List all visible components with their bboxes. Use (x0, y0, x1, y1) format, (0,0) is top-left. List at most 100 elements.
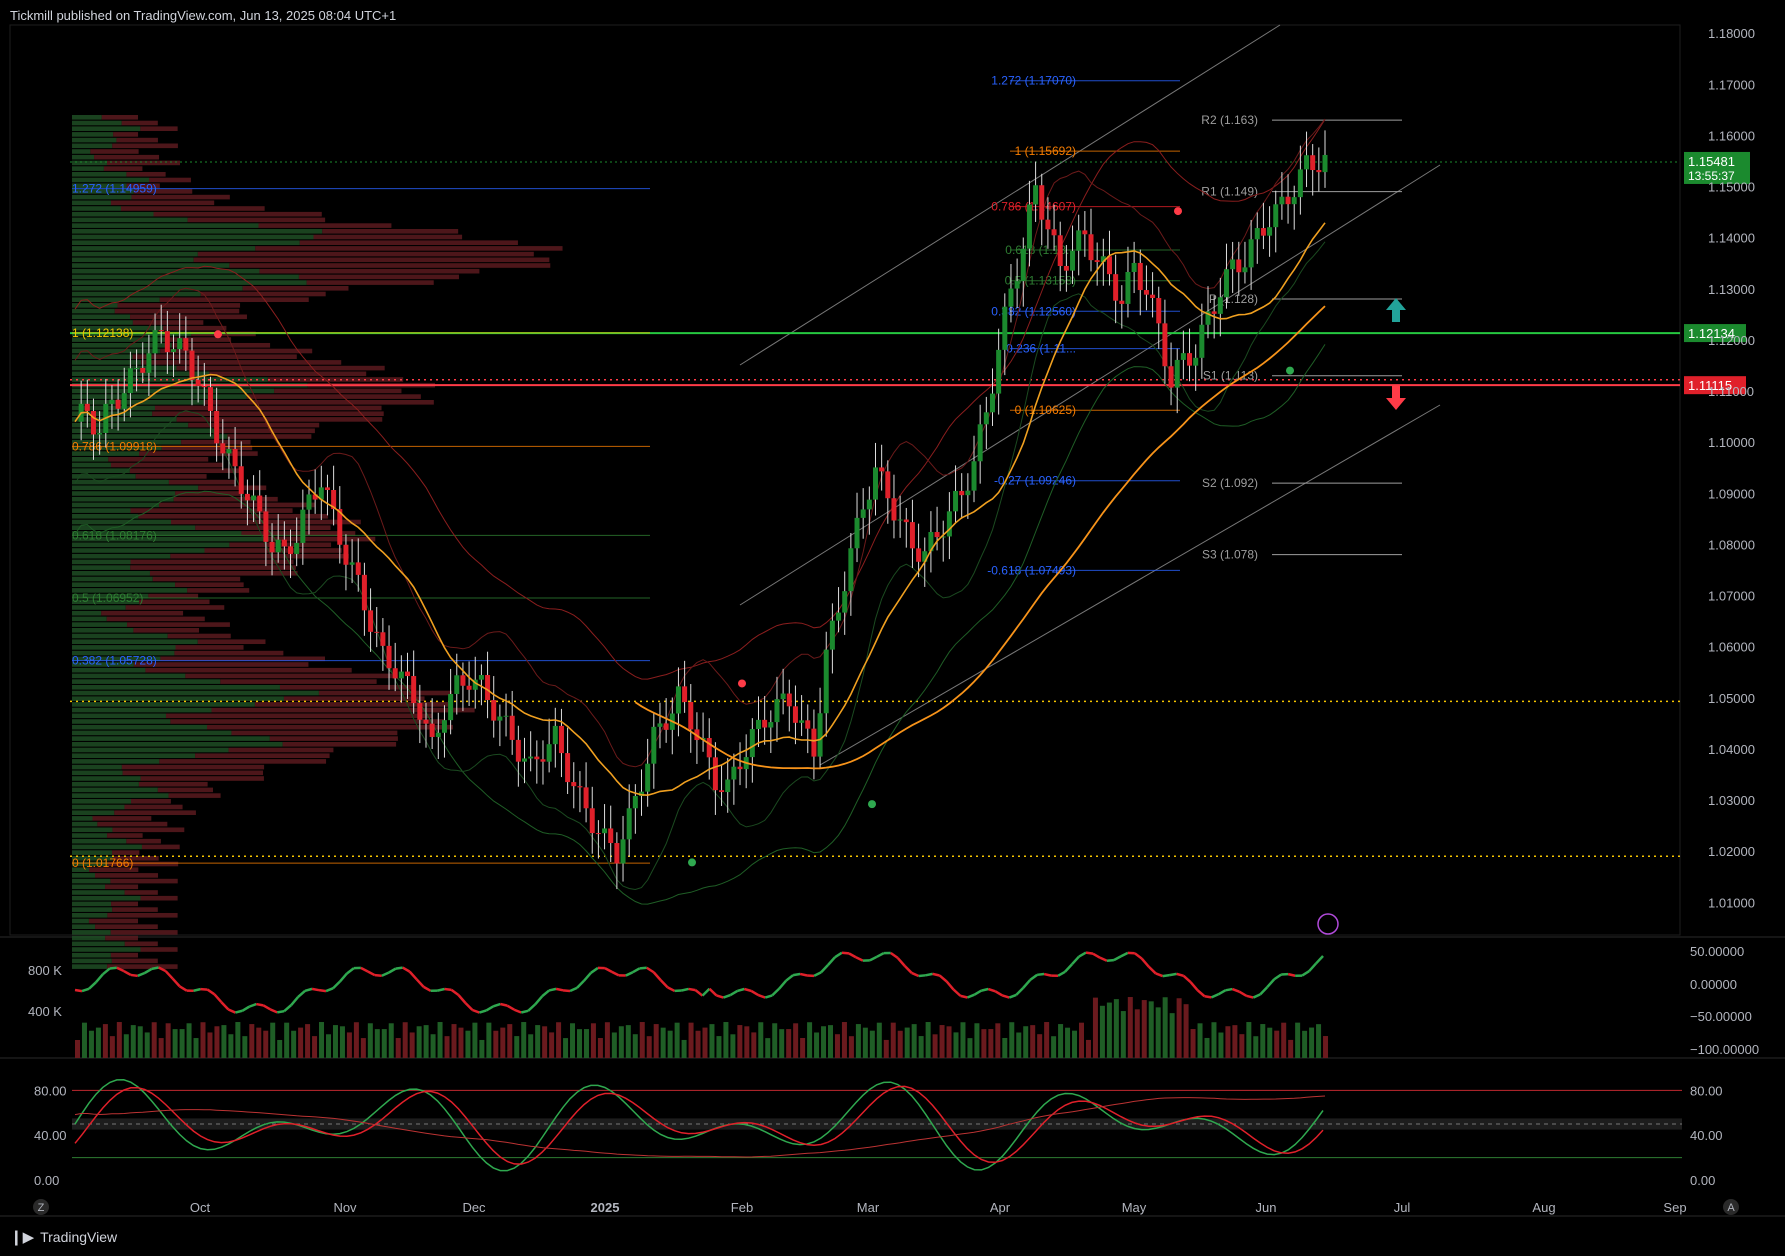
candle-body (361, 574, 367, 611)
profile-bar-sell (114, 308, 240, 314)
profile-bar-buy (72, 895, 141, 901)
time-label: Jul (1394, 1200, 1411, 1215)
volume-bar (1176, 998, 1182, 1058)
volume-bar (974, 1023, 980, 1058)
profile-bar-sell (95, 873, 159, 878)
candle-body (183, 338, 189, 351)
profile-bar-buy (72, 901, 112, 907)
oscillator-line (1225, 987, 1233, 992)
profile-bar-sell (138, 514, 329, 519)
profile-bar-buy (72, 548, 205, 553)
candle-body (1045, 219, 1051, 230)
footer-brand[interactable]: ❙▶ TradingView (10, 1228, 117, 1246)
candle-body (552, 725, 558, 745)
price-tick-label: 1.16000 (1708, 128, 1755, 143)
profile-bar-sell (200, 291, 326, 297)
candle-body (1033, 185, 1039, 205)
oscillator-line (611, 970, 620, 977)
oscillator-line (952, 988, 962, 997)
time-axis[interactable]: Oct Nov Dec 2025 Feb Mar Apr May Jun Jul Aug Sep (190, 1200, 1687, 1215)
profile-bar-sell (313, 234, 463, 240)
candle-body (121, 393, 127, 409)
oscillator-line (137, 971, 146, 978)
profile-bar-sell (170, 719, 446, 724)
oscillator-line (471, 1008, 480, 1014)
volume-bar (681, 1039, 687, 1058)
profile-bar-buy (72, 685, 280, 690)
candle-body (1106, 256, 1112, 275)
oscillator-line (450, 988, 460, 996)
volume-bar (834, 1034, 840, 1058)
volume-bar (1204, 1037, 1210, 1058)
profile-bar-sell (231, 730, 398, 736)
profile-bar-sell (193, 257, 550, 263)
volume-bar (1323, 1036, 1329, 1058)
oscillator-line (945, 980, 955, 991)
profile-bar-buy (72, 485, 199, 491)
oscillator-line (590, 966, 599, 974)
profile-bar-sell (141, 360, 342, 365)
candle-body (558, 725, 564, 754)
volume-bar (130, 1025, 136, 1058)
volume-bar (1302, 1030, 1308, 1058)
profile-bar-sell (175, 645, 244, 650)
profile-bar-buy (72, 508, 131, 513)
oscillator-line (422, 985, 432, 992)
oscillator-line (548, 987, 557, 992)
oscillator-line (639, 966, 647, 970)
volume-bar (828, 1025, 833, 1058)
volume-bar (570, 1023, 576, 1058)
candle-body (971, 461, 977, 491)
candle-body (1063, 265, 1069, 271)
oscillator-line (716, 994, 724, 999)
candle-body (1168, 366, 1174, 388)
oscillator-line (492, 1002, 501, 1008)
chart-canvas[interactable]: 1.121341.111151.1548113:55:37 1.272 (1.1… (0, 0, 1785, 1256)
volume-bar (291, 1030, 297, 1058)
volume-bar (1023, 1026, 1029, 1058)
candle-body (1242, 267, 1248, 273)
volume-bar (423, 1025, 429, 1058)
chart-ui-buttons[interactable]: ZA (33, 1199, 1739, 1215)
oscillator-line (1155, 972, 1164, 978)
signal-dot (1174, 207, 1182, 216)
candle-body (725, 779, 731, 793)
candle-body (577, 786, 583, 788)
profile-bar-buy (72, 422, 189, 428)
oscillator-line (1001, 994, 1010, 999)
candle-body (1002, 306, 1008, 350)
volume-bar (465, 1030, 471, 1058)
profile-bar-buy (72, 457, 109, 462)
profile-bar-sell (130, 565, 296, 570)
profile-bar-buy (72, 850, 113, 855)
oscillator-line (701, 987, 711, 997)
volume-bar (1120, 1011, 1126, 1058)
lower-band-green (74, 344, 1326, 905)
candle-body (799, 720, 805, 723)
candle-body (688, 702, 694, 730)
time-label: Dec (462, 1200, 486, 1215)
candle-body (897, 519, 903, 521)
profile-bar-buy (72, 804, 125, 810)
volume-bar (242, 1036, 248, 1058)
oscillator-line (625, 971, 634, 977)
candle-body (996, 349, 1002, 394)
time-label: Feb (731, 1200, 753, 1215)
volume-bar (1183, 1004, 1189, 1058)
profile-bar-buy (72, 514, 139, 519)
volume-bar (897, 1030, 903, 1058)
oscillator-line (164, 970, 174, 980)
profile-bar-buy (72, 633, 168, 639)
oscillator-line (256, 1002, 264, 1007)
profile-bar-buy (72, 143, 113, 149)
volume-bar (1113, 999, 1119, 1058)
candle-body (953, 490, 959, 512)
candle-body (1026, 204, 1032, 249)
profile-bar-sell (111, 958, 158, 964)
volume-bar (709, 1024, 715, 1058)
candle-body (1150, 294, 1156, 299)
profile-bar-sell (185, 673, 395, 679)
profile-bar-sell (318, 690, 452, 696)
volume-bar (890, 1022, 896, 1058)
candle-body (602, 828, 608, 834)
